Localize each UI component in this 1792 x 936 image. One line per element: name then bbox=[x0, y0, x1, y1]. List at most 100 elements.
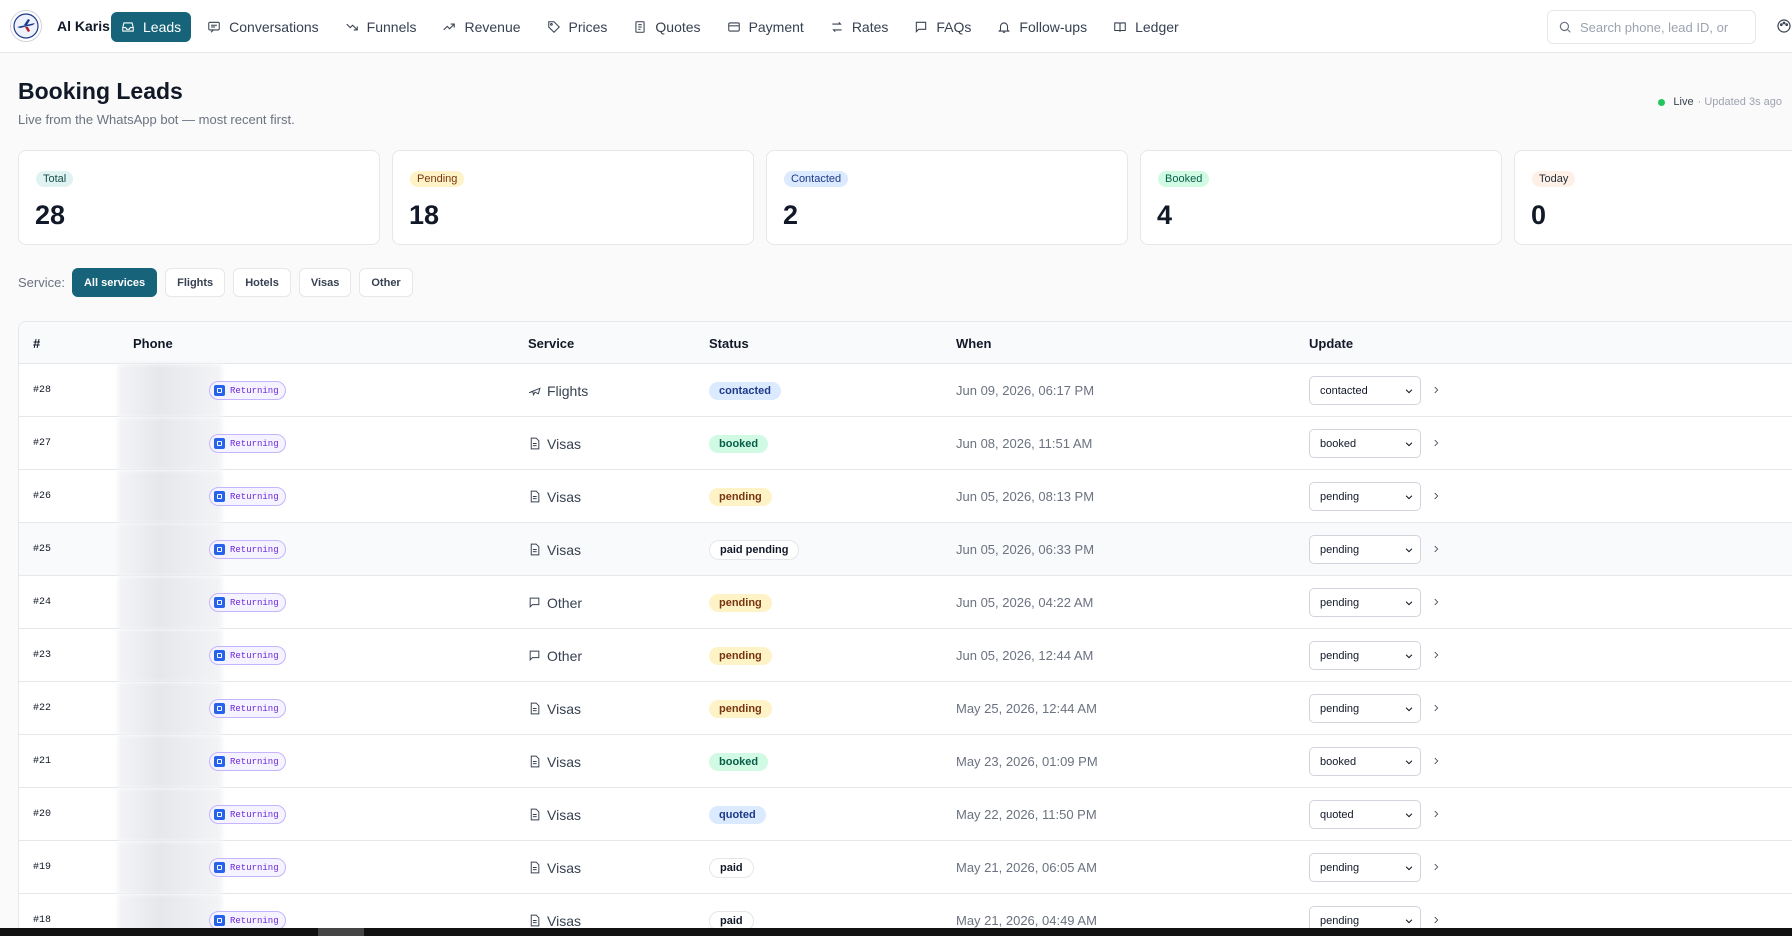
returning-cell: Returning bbox=[209, 788, 286, 841]
status-select[interactable]: pending bbox=[1309, 588, 1421, 617]
service-label: Visas bbox=[547, 488, 581, 505]
status-select[interactable]: quoted bbox=[1309, 800, 1421, 829]
trending-up-icon bbox=[443, 23, 456, 31]
when-timestamp: Jun 05, 2026, 08:13 PM bbox=[956, 489, 1095, 504]
table-row[interactable]: #23 Returning Other pending Jun 05, 2026, 12… bbox=[19, 629, 1792, 682]
chevron-right-icon[interactable] bbox=[1431, 382, 1441, 400]
phone-redacted bbox=[118, 629, 222, 682]
document-icon bbox=[530, 543, 540, 556]
returning-label: Returning bbox=[230, 862, 279, 873]
scrollbar-thumb[interactable] bbox=[318, 928, 364, 936]
service-cell: Visas bbox=[528, 788, 581, 841]
lead-id: #20 bbox=[33, 809, 52, 820]
status-cell: pending bbox=[709, 682, 772, 735]
search-box[interactable] bbox=[1547, 10, 1756, 44]
returning-cell: Returning bbox=[209, 417, 286, 470]
table-row[interactable]: #20 Returning Visas quoted May 22, 2026, 11:… bbox=[19, 788, 1792, 841]
nav-item-payment[interactable]: Payment bbox=[717, 12, 814, 42]
nav-item-prices[interactable]: Prices bbox=[537, 12, 618, 42]
column-header-service: Service bbox=[528, 336, 575, 351]
status-select[interactable]: pending bbox=[1309, 641, 1421, 670]
table-row[interactable]: #28 Returning Flights contacted Jun 09, 2026… bbox=[19, 364, 1792, 417]
status-select[interactable]: pending bbox=[1309, 694, 1421, 723]
status-select[interactable]: booked bbox=[1309, 429, 1421, 458]
nav-item-rates[interactable]: Rates bbox=[820, 12, 899, 42]
bottom-scrollbar[interactable] bbox=[0, 928, 1792, 936]
chevron-right-icon[interactable] bbox=[1431, 488, 1441, 506]
nav-item-ledger[interactable]: Ledger bbox=[1103, 12, 1189, 42]
chevron-right-icon[interactable] bbox=[1431, 541, 1441, 559]
status-badge: pending bbox=[709, 593, 772, 612]
table-body: #28 Returning Flights contacted Jun 09, 2026… bbox=[19, 364, 1792, 935]
returning-badge: Returning bbox=[209, 858, 286, 877]
nav-item-leads[interactable]: Leads bbox=[111, 12, 192, 42]
returning-label: Returning bbox=[230, 544, 279, 555]
status-select-value: pending bbox=[1320, 861, 1360, 874]
returning-label: Returning bbox=[230, 650, 279, 661]
status-select[interactable]: pending bbox=[1309, 853, 1421, 882]
table-row[interactable]: #27 Returning Visas booked Jun 08, 2026, 11:… bbox=[19, 417, 1792, 470]
status-select-value: pending bbox=[1320, 543, 1360, 556]
service-cell: Visas bbox=[528, 417, 581, 470]
chevron-right-icon[interactable] bbox=[1431, 700, 1441, 718]
status-select[interactable]: pending bbox=[1309, 535, 1421, 564]
filter-chip-flights[interactable]: Flights bbox=[165, 268, 226, 297]
filter-chip-all-services[interactable]: All services bbox=[71, 268, 158, 297]
nav-item-revenue[interactable]: Revenue bbox=[432, 12, 530, 42]
document-icon bbox=[530, 437, 540, 450]
nav-item-follow-ups[interactable]: Follow-ups bbox=[987, 12, 1097, 42]
chevron-right-icon[interactable] bbox=[1431, 912, 1441, 930]
column-header-id: # bbox=[33, 336, 41, 351]
status-cell: pending bbox=[709, 470, 772, 523]
column-header-phone: Phone bbox=[133, 336, 173, 351]
search-input[interactable] bbox=[1580, 19, 1750, 35]
palette-icon[interactable] bbox=[1776, 18, 1792, 39]
nav-item-label: Ledger bbox=[1135, 19, 1179, 35]
phone-cell bbox=[118, 682, 222, 735]
nav-item-funnels[interactable]: Funnels bbox=[335, 12, 427, 42]
brand[interactable]: Al Karis bbox=[10, 10, 110, 42]
chevron-right-icon[interactable] bbox=[1431, 647, 1441, 665]
phone-cell bbox=[118, 841, 222, 894]
table-row[interactable]: #19 Returning Visas paid May 21, 2026, 06:05… bbox=[19, 841, 1792, 894]
nav-item-faqs[interactable]: FAQs bbox=[904, 12, 981, 42]
service-label: Flights bbox=[547, 382, 589, 399]
phone-cell bbox=[118, 576, 222, 629]
filter-chip-other[interactable]: Other bbox=[359, 268, 413, 297]
chevron-right-icon[interactable] bbox=[1431, 753, 1441, 771]
status-select[interactable]: pending bbox=[1309, 482, 1421, 511]
table-row[interactable]: #25 Returning Visas paid pending Jun 05, 202… bbox=[19, 523, 1792, 576]
filter-chip-hotels[interactable]: Hotels bbox=[233, 268, 291, 297]
status-select[interactable]: contacted bbox=[1309, 376, 1421, 405]
status-select[interactable]: booked bbox=[1309, 747, 1421, 776]
chat-bubble-icon bbox=[916, 21, 927, 33]
live-dot-icon bbox=[1658, 98, 1666, 106]
when-timestamp: May 25, 2026, 12:44 AM bbox=[956, 701, 1097, 716]
chevron-right-icon[interactable] bbox=[1431, 806, 1441, 824]
nav-item-conversations[interactable]: Conversations bbox=[197, 12, 329, 42]
nav-item-label: Follow-ups bbox=[1019, 19, 1088, 35]
service-cell: Visas bbox=[528, 735, 581, 788]
returning-badge: Returning bbox=[209, 646, 286, 665]
nav-item-label: Prices bbox=[568, 19, 608, 35]
column-header-status: Status bbox=[709, 336, 749, 351]
nav-item-quotes[interactable]: Quotes bbox=[623, 12, 710, 42]
plane-icon bbox=[528, 387, 541, 397]
service-filter: Service: All services Flights Hotels Visas O… bbox=[18, 268, 421, 297]
chevron-right-icon[interactable] bbox=[1431, 859, 1441, 877]
status-select-value: quoted bbox=[1320, 808, 1354, 821]
filter-chip-visas[interactable]: Visas bbox=[298, 268, 352, 297]
table-row[interactable]: #26 Returning Visas pending Jun 05, 2026, 08… bbox=[19, 470, 1792, 523]
table-row[interactable]: #24 Returning Other pending Jun 05, 2026, 04… bbox=[19, 576, 1792, 629]
service-cell: Other bbox=[528, 576, 582, 629]
document-icon bbox=[530, 808, 540, 821]
returning-cell: Returning bbox=[209, 735, 286, 788]
status-select-value: pending bbox=[1320, 702, 1360, 715]
chevron-down-icon bbox=[1405, 388, 1413, 393]
table-row[interactable]: #22 Returning Visas pending May 25, 2026, 12… bbox=[19, 682, 1792, 735]
chevron-right-icon[interactable] bbox=[1431, 435, 1441, 453]
chevron-right-icon[interactable] bbox=[1431, 594, 1441, 612]
live-label: Live bbox=[1673, 96, 1694, 108]
table-row[interactable]: #21 Returning Visas booked May 23, 2026, 01:… bbox=[19, 735, 1792, 788]
returning-cell: Returning bbox=[209, 364, 286, 417]
